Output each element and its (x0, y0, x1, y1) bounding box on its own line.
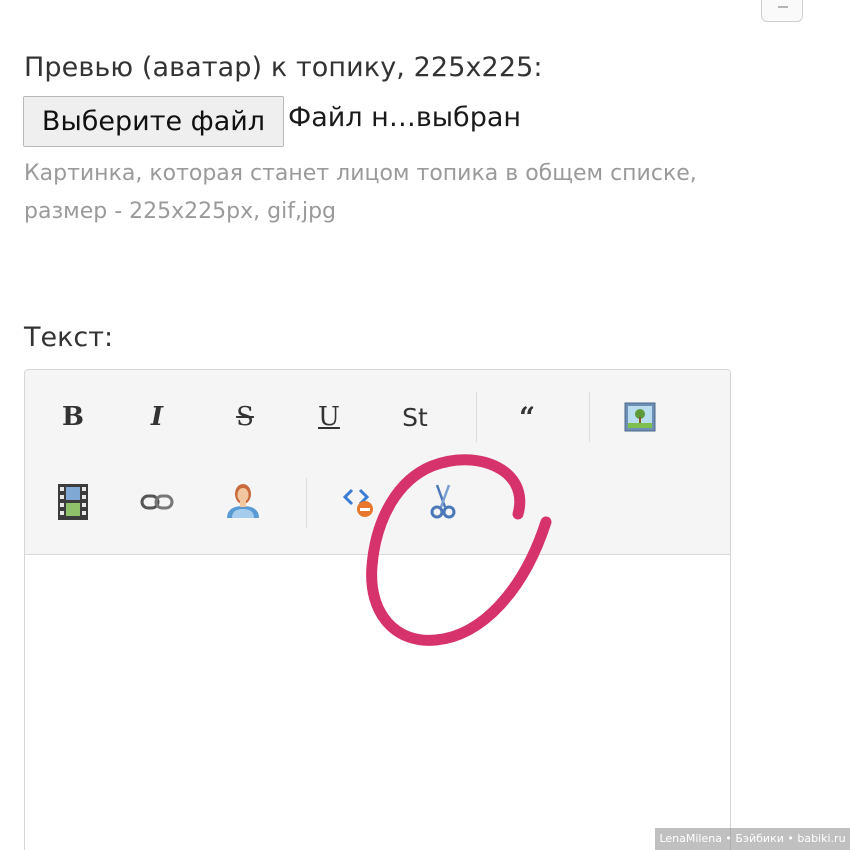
underline-button[interactable]: U (307, 395, 351, 439)
italic-icon: I (150, 402, 164, 432)
cut-icon (430, 484, 456, 519)
toolbar-divider (306, 478, 307, 528)
bold-icon: B (62, 402, 84, 432)
file-status: Файл н…выбран (288, 102, 522, 133)
quote-icon: “ (518, 400, 536, 434)
avatar-label: Превью (аватар) к топику, 225x225: (24, 52, 543, 83)
toolbar-divider (589, 392, 590, 442)
watermark: LenaMilena • Бэйбики • babiki.ru (655, 828, 850, 850)
strikethrough-button[interactable]: S (223, 395, 267, 439)
insert-video-button[interactable] (51, 480, 95, 524)
video-icon (58, 484, 88, 520)
editor-text-area[interactable] (25, 555, 730, 850)
bold-button[interactable]: B (51, 395, 95, 439)
image-icon (624, 402, 656, 432)
insert-code-button[interactable] (337, 480, 381, 524)
underline-icon: U (318, 402, 340, 432)
insert-cut-button[interactable] (421, 480, 465, 524)
page: Превью (аватар) к топику, 225x225: Выбер… (0, 0, 850, 850)
toolbar-divider (476, 392, 477, 442)
insert-image-button[interactable] (618, 395, 662, 439)
collapse-button[interactable] (761, 0, 803, 22)
link-icon (140, 494, 174, 510)
style-icon: St (402, 402, 428, 432)
insert-user-button[interactable] (221, 478, 265, 522)
insert-link-button[interactable] (135, 480, 179, 524)
editor-toolbar: B I S U St “ (25, 370, 730, 555)
avatar-hint: Картинка, которая станет лицом топика в … (24, 161, 697, 224)
strikethrough-icon: S (236, 402, 254, 432)
text-label: Текст: (24, 322, 114, 353)
minus-icon (778, 6, 788, 8)
choose-file-button[interactable]: Выберите файл (23, 96, 284, 147)
text-editor: B I S U St “ (24, 369, 731, 850)
style-button[interactable]: St (393, 395, 437, 439)
italic-button[interactable]: I (135, 395, 179, 439)
user-icon (227, 484, 259, 518)
code-icon (342, 488, 373, 517)
quote-button[interactable]: “ (505, 395, 549, 439)
